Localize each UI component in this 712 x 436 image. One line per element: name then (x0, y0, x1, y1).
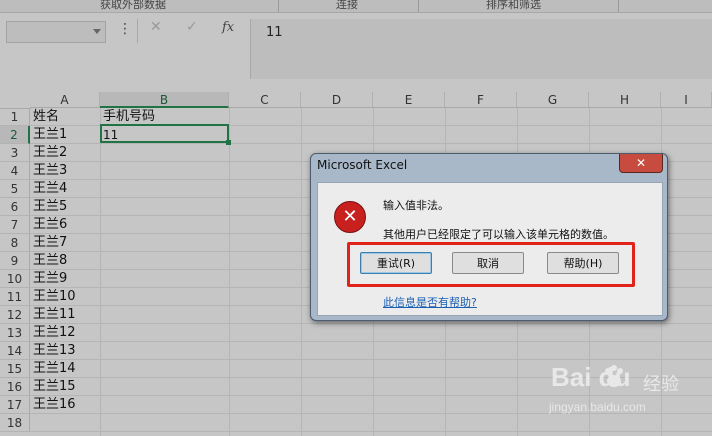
ribbon-group-sort-filter: 排序和筛选 (486, 0, 541, 11)
row-header-16[interactable]: 16 (0, 378, 30, 396)
column-header-e[interactable]: E (373, 92, 445, 108)
row-header-14[interactable]: 14 (0, 342, 30, 360)
help-feedback-link[interactable]: 此信息是否有帮助? (383, 294, 477, 310)
ribbon-separator (418, 0, 419, 12)
ribbon-group-labels: 获取外部数据 连接 排序和筛选 (0, 0, 712, 13)
cell-a7[interactable]: 王兰6 (33, 216, 67, 234)
cell-a17[interactable]: 王兰16 (33, 396, 76, 414)
highlight-annotation-box (347, 242, 635, 287)
row-header-18[interactable]: 18 (0, 414, 30, 432)
cell-a8[interactable]: 王兰7 (33, 234, 67, 252)
formula-input[interactable]: 11 (250, 19, 712, 79)
cell-a16[interactable]: 王兰15 (33, 378, 76, 396)
close-icon[interactable]: ✕ (619, 154, 663, 173)
ribbon-separator (278, 0, 279, 12)
cell-a5[interactable]: 王兰4 (33, 180, 67, 198)
ribbon-group-get-external-data: 获取外部数据 (100, 0, 166, 11)
dialog-message: 输入值非法。 (383, 199, 449, 212)
cell-a2[interactable]: 王兰1 (33, 126, 67, 144)
row-header-6[interactable]: 6 (0, 198, 30, 216)
formula-bar-separator (137, 19, 138, 43)
grid-line (30, 323, 712, 324)
column-header-f[interactable]: F (445, 92, 517, 108)
grid-line (229, 108, 230, 436)
cell-a1[interactable]: 姓名 (33, 108, 59, 126)
paw-icon (605, 365, 623, 387)
cell-a14[interactable]: 王兰13 (33, 342, 76, 360)
error-dialog: Microsoft Excel ✕ ✕ 输入值非法。 其他用户已经限定了可以输入… (310, 153, 668, 321)
row-header-3[interactable]: 3 (0, 144, 30, 162)
dialog-body: ✕ 输入值非法。 其他用户已经限定了可以输入该单元格的数值。 重试(R) 取消 … (317, 182, 663, 316)
column-header-h[interactable]: H (589, 92, 661, 108)
column-header-b[interactable]: B (100, 92, 229, 108)
cell-a10[interactable]: 王兰9 (33, 270, 67, 288)
error-x-icon: ✕ (334, 201, 366, 233)
column-header-c[interactable]: C (229, 92, 301, 108)
row-header-10[interactable]: 10 (0, 270, 30, 288)
cancel-entry-icon[interactable]: ✕ (150, 19, 162, 35)
cell-a13[interactable]: 王兰12 (33, 324, 76, 342)
grid-line (100, 108, 101, 436)
cell-a9[interactable]: 王兰8 (33, 252, 67, 270)
row-header-12[interactable]: 12 (0, 306, 30, 324)
dialog-detail: 其他用户已经限定了可以输入该单元格的数值。 (383, 228, 614, 241)
row-header-15[interactable]: 15 (0, 360, 30, 378)
cell-a3[interactable]: 王兰2 (33, 144, 67, 162)
formula-bar: ⋮ ✕ ✓ fx 11 (0, 13, 712, 79)
fill-handle[interactable] (226, 140, 231, 145)
cell-a15[interactable]: 王兰14 (33, 360, 76, 378)
grid-line (30, 143, 712, 144)
cell-a6[interactable]: 王兰5 (33, 198, 67, 216)
ribbon-group-connections: 连接 (336, 0, 358, 11)
name-box[interactable] (6, 21, 106, 43)
watermark-url: jingyan.baidu.com (549, 400, 646, 414)
formula-value: 11 (266, 25, 283, 40)
row-header-9[interactable]: 9 (0, 252, 30, 270)
row-header-17[interactable]: 17 (0, 396, 30, 414)
watermark-brand-cn: 经验 (643, 374, 679, 395)
row-header-2[interactable]: 2 (0, 126, 30, 144)
chevron-down-icon[interactable] (93, 29, 101, 34)
row-header-13[interactable]: 13 (0, 324, 30, 342)
active-cell-b2[interactable] (100, 124, 229, 143)
cell-a12[interactable]: 王兰11 (33, 306, 76, 324)
insert-function-icon[interactable]: fx (222, 20, 234, 35)
grid-line (30, 431, 712, 432)
confirm-entry-icon[interactable]: ✓ (186, 19, 198, 35)
column-header-g[interactable]: G (517, 92, 589, 108)
column-header-i[interactable]: I (661, 92, 712, 108)
more-options-icon[interactable]: ⋮ (118, 21, 132, 37)
cell-a11[interactable]: 王兰10 (33, 288, 76, 306)
column-header-a[interactable]: A (30, 92, 100, 108)
grid-line (301, 108, 302, 436)
ribbon-separator (618, 0, 619, 12)
grid-line (30, 341, 712, 342)
row-header-5[interactable]: 5 (0, 180, 30, 198)
column-header-d[interactable]: D (301, 92, 373, 108)
baidu-jingyan-watermark: Bai du 经验 jingyan.baidu.com (545, 360, 705, 430)
row-header-8[interactable]: 8 (0, 234, 30, 252)
row-header-4[interactable]: 4 (0, 162, 30, 180)
dialog-title: Microsoft Excel (317, 158, 408, 172)
row-header-1[interactable]: 1 (0, 108, 30, 126)
row-header-11[interactable]: 11 (0, 288, 30, 306)
select-all-corner[interactable] (0, 92, 31, 109)
cell-a4[interactable]: 王兰3 (33, 162, 67, 180)
row-header-7[interactable]: 7 (0, 216, 30, 234)
